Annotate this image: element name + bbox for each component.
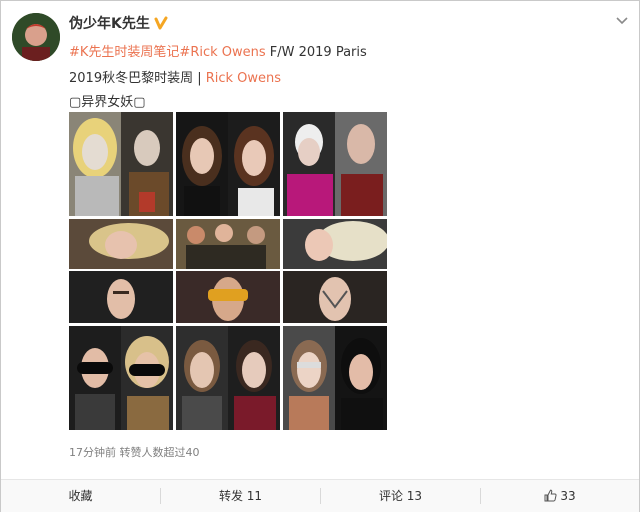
- photo-thumbnail[interactable]: [69, 219, 173, 323]
- brand-link[interactable]: Rick Owens: [190, 45, 265, 60]
- season-title: 2019秋冬巴黎时装周 |: [69, 71, 206, 86]
- username-text[interactable]: 伪少年K先生: [69, 16, 150, 32]
- collect-button[interactable]: 收藏: [1, 480, 160, 512]
- photo-thumbnail[interactable]: [283, 219, 387, 323]
- season-text: F/W 2019 Paris: [265, 45, 367, 60]
- like-count: 33: [560, 489, 576, 503]
- weibo-post-card: 伪少年K先生 #K先生时装周笔记#Rick Owens F/W 2019 Par…: [0, 0, 640, 512]
- post-text-line-2: 2019秋冬巴黎时装周 | Rick Owens: [69, 67, 281, 86]
- username[interactable]: 伪少年K先生: [69, 13, 168, 33]
- hashtag-link[interactable]: #K先生时装周笔记#: [69, 45, 190, 60]
- post-meta: 17分钟前 转赞人数超过40: [69, 446, 200, 459]
- thumbs-up-icon: [544, 489, 557, 502]
- post-text-line-1: #K先生时装周笔记#Rick Owens F/W 2019 Paris: [69, 41, 367, 60]
- photo-thumbnail[interactable]: [176, 112, 280, 216]
- photo-thumbnail[interactable]: [283, 326, 387, 430]
- photo-thumbnail[interactable]: [176, 219, 280, 323]
- user-avatar[interactable]: [12, 13, 60, 61]
- chevron-down-icon[interactable]: [613, 11, 631, 29]
- photo-grid: [69, 112, 389, 430]
- comment-button[interactable]: 评论 13: [321, 480, 480, 512]
- photo-thumbnail[interactable]: [283, 112, 387, 216]
- post-text-line-3: ▢异界女妖▢: [69, 95, 146, 110]
- photo-thumbnail[interactable]: [69, 112, 173, 216]
- verified-v-icon: [154, 16, 168, 30]
- repost-button[interactable]: 转发 11: [161, 480, 320, 512]
- photo-thumbnail[interactable]: [69, 326, 173, 430]
- action-toolbar: 收藏 转发 11 评论 13 33: [1, 479, 639, 512]
- photo-thumbnail[interactable]: [176, 326, 280, 430]
- brand-link-2[interactable]: Rick Owens: [206, 71, 281, 86]
- like-button[interactable]: 33: [481, 480, 639, 512]
